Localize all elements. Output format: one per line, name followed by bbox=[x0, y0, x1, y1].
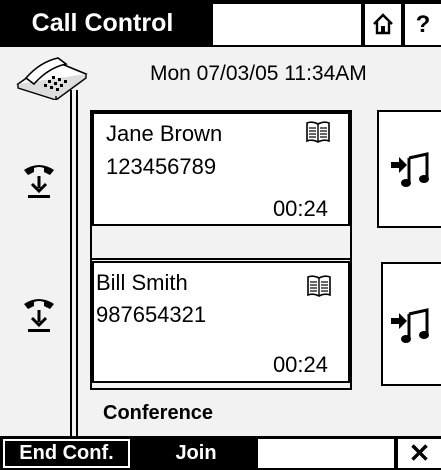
end-conference-button[interactable]: End Conf. bbox=[3, 439, 130, 468]
home-button[interactable] bbox=[365, 4, 401, 45]
caller-name: Bill Smith bbox=[96, 270, 188, 295]
desk-phone-icon bbox=[16, 57, 88, 100]
phonebook-icon[interactable] bbox=[306, 274, 332, 298]
title-bar-spacer bbox=[213, 4, 361, 45]
music-on-hold-button[interactable] bbox=[377, 110, 441, 228]
music-hold-icon bbox=[391, 308, 429, 343]
phone-hangup-icon[interactable] bbox=[22, 160, 56, 200]
call-duration: 00:24 bbox=[272, 352, 328, 377]
call-duration: 00:24 bbox=[272, 196, 328, 221]
phonebook-icon[interactable] bbox=[305, 120, 331, 144]
caller-number: 987654321 bbox=[96, 302, 207, 327]
conference-label: Conference bbox=[103, 402, 214, 424]
date-time: Mon 07/03/05 11:34AM bbox=[150, 62, 367, 85]
music-hold-icon bbox=[391, 152, 429, 187]
divider-line bbox=[70, 90, 72, 436]
phone-hangup-icon[interactable] bbox=[22, 294, 56, 334]
music-on-hold-button[interactable] bbox=[381, 262, 441, 386]
help-button[interactable]: ? bbox=[405, 4, 441, 45]
page-title: Call Control bbox=[31, 9, 174, 37]
caller-number: 123456789 bbox=[106, 154, 217, 179]
divider-line bbox=[76, 90, 78, 436]
home-icon bbox=[373, 13, 393, 35]
join-button[interactable]: Join bbox=[136, 439, 256, 468]
softkey-empty[interactable] bbox=[258, 439, 394, 468]
call-separator bbox=[92, 226, 350, 260]
caller-name: Jane Brown bbox=[106, 121, 223, 146]
close-button[interactable]: ✕ bbox=[398, 439, 441, 468]
